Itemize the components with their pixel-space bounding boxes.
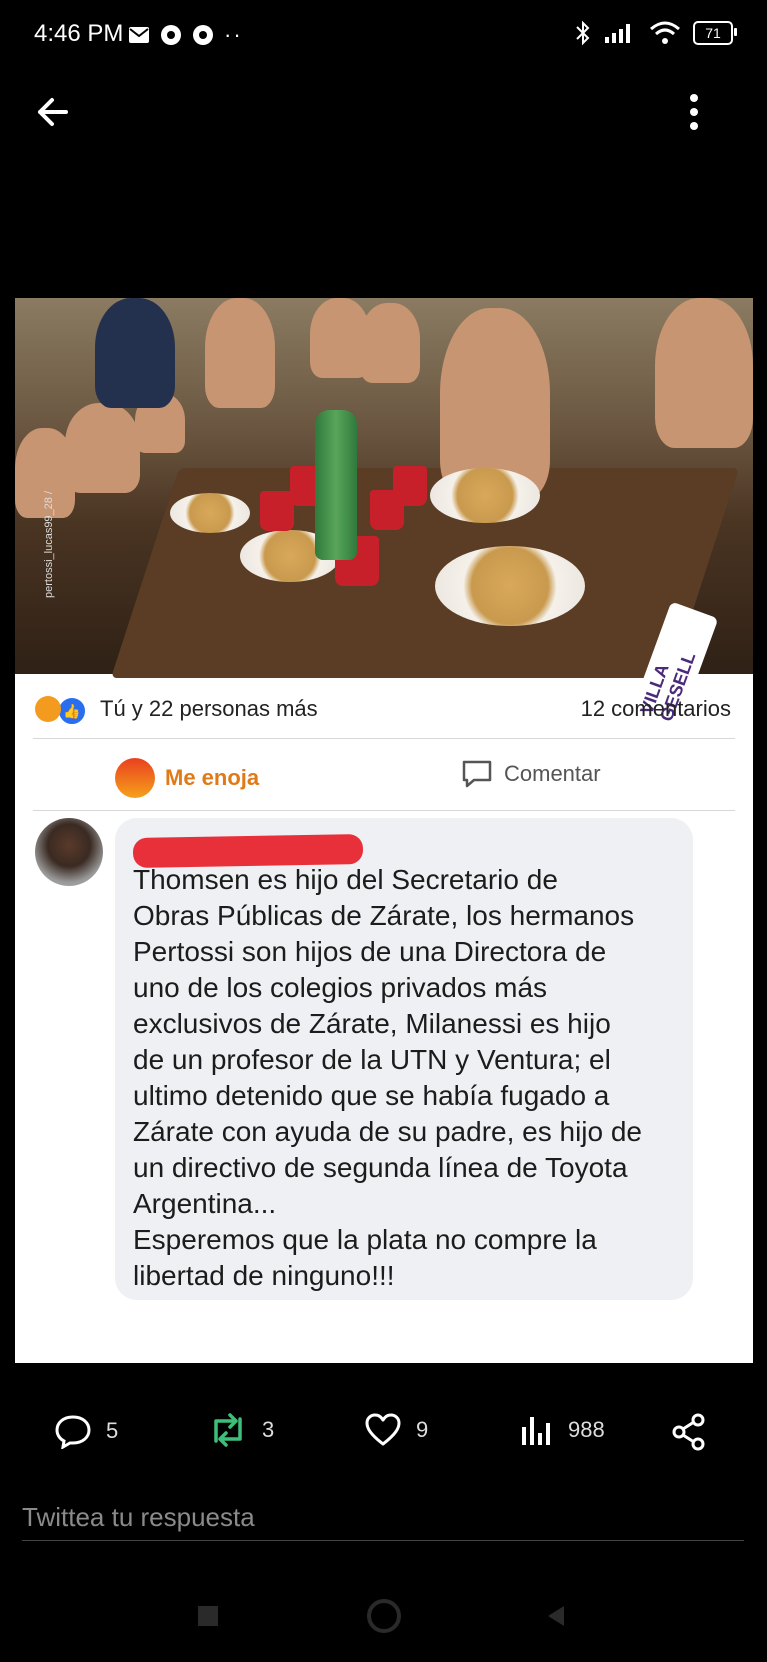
- reply-button[interactable]: 5: [54, 1413, 118, 1449]
- notification-icons: ··: [128, 22, 243, 48]
- more-notifications-icon: ··: [224, 22, 243, 47]
- back-nav-icon[interactable]: [544, 1604, 568, 1628]
- wifi-icon: [650, 21, 680, 44]
- share-button[interactable]: [670, 1413, 708, 1451]
- like-reaction-icon: 👍: [57, 696, 87, 726]
- signal-icon: [605, 24, 630, 43]
- comment-icon: [462, 760, 492, 788]
- post-actions: Me enoja Comentar: [15, 744, 753, 808]
- chrome-icon: [161, 25, 181, 45]
- status-time: 4:46 PM: [34, 20, 124, 47]
- tweet-media-image[interactable]: VILLA GESELL pertossi_lucas99_28 / 👍 Tú …: [15, 298, 753, 1363]
- reactions-text: Tú y 22 personas más: [100, 696, 318, 721]
- red-cup: [260, 491, 294, 531]
- divider: [33, 738, 735, 739]
- retweet-button[interactable]: 3: [208, 1413, 274, 1447]
- more-options-icon[interactable]: [679, 88, 709, 136]
- status-bar: 4:46 PM ·· 71: [0, 0, 767, 70]
- angry-react-label: Me enoja: [165, 765, 260, 790]
- home-nav-icon[interactable]: [366, 1598, 402, 1634]
- views-count: 988: [568, 1417, 605, 1442]
- plate: [430, 468, 540, 523]
- mail-icon: [129, 27, 149, 43]
- photo-watermark: pertossi_lucas99_28 /: [43, 490, 55, 598]
- retweet-count: 3: [262, 1417, 275, 1442]
- comment-button[interactable]: Comentar: [460, 758, 601, 790]
- comment-label: Comentar: [504, 761, 601, 786]
- angry-react-button[interactable]: Me enoja: [115, 758, 259, 798]
- person: [65, 403, 140, 493]
- heart-icon: [365, 1413, 401, 1446]
- back-arrow-icon[interactable]: [34, 90, 78, 134]
- person: [655, 298, 753, 448]
- system-icons: 71: [575, 20, 737, 46]
- like-button[interactable]: 9: [364, 1413, 428, 1447]
- plate: [170, 493, 250, 533]
- group-photo: VILLA GESELL pertossi_lucas99_28 /: [15, 298, 753, 736]
- soda-bottle: [315, 410, 357, 560]
- reply-placeholder: Twittea tu respuesta: [22, 1502, 255, 1532]
- chrome-icon-2: [193, 25, 213, 45]
- angry-face-icon: [115, 758, 155, 798]
- like-count: 9: [416, 1417, 429, 1442]
- recents-nav-icon[interactable]: [196, 1604, 220, 1628]
- analytics-icon: [522, 1417, 550, 1445]
- commenter-avatar: [35, 818, 103, 886]
- plate: [435, 546, 585, 626]
- retweet-icon: [214, 1413, 242, 1447]
- red-cup: [393, 466, 427, 506]
- reactions-summary: 👍 Tú y 22 personas más 12 comentarios: [15, 674, 753, 744]
- comment-bubble: Thomsen es hijo del Secretario de Obras …: [115, 818, 693, 1300]
- tweet-actions: 5 3 9 988: [0, 1405, 767, 1461]
- person: [360, 303, 420, 383]
- battery-level: 71: [705, 25, 721, 41]
- reaction-icons: 👍: [35, 696, 87, 726]
- person: [205, 298, 275, 408]
- system-nav-bar: [0, 1590, 767, 1660]
- top-bar: [0, 80, 767, 140]
- share-icon: [672, 1413, 705, 1451]
- battery-icon: 71: [693, 21, 737, 45]
- bluetooth-icon: [576, 20, 590, 46]
- views-button[interactable]: 988: [520, 1413, 605, 1447]
- person: [95, 298, 175, 408]
- comment-text: Thomsen es hijo del Secretario de Obras …: [133, 864, 643, 1291]
- angry-reaction-icon: [35, 696, 61, 722]
- divider: [33, 810, 735, 811]
- reply-icon: [55, 1415, 91, 1449]
- reply-count: 5: [106, 1418, 119, 1443]
- reply-input[interactable]: Twittea tu respuesta: [22, 1490, 744, 1541]
- comments-count: 12 comentarios: [580, 696, 731, 721]
